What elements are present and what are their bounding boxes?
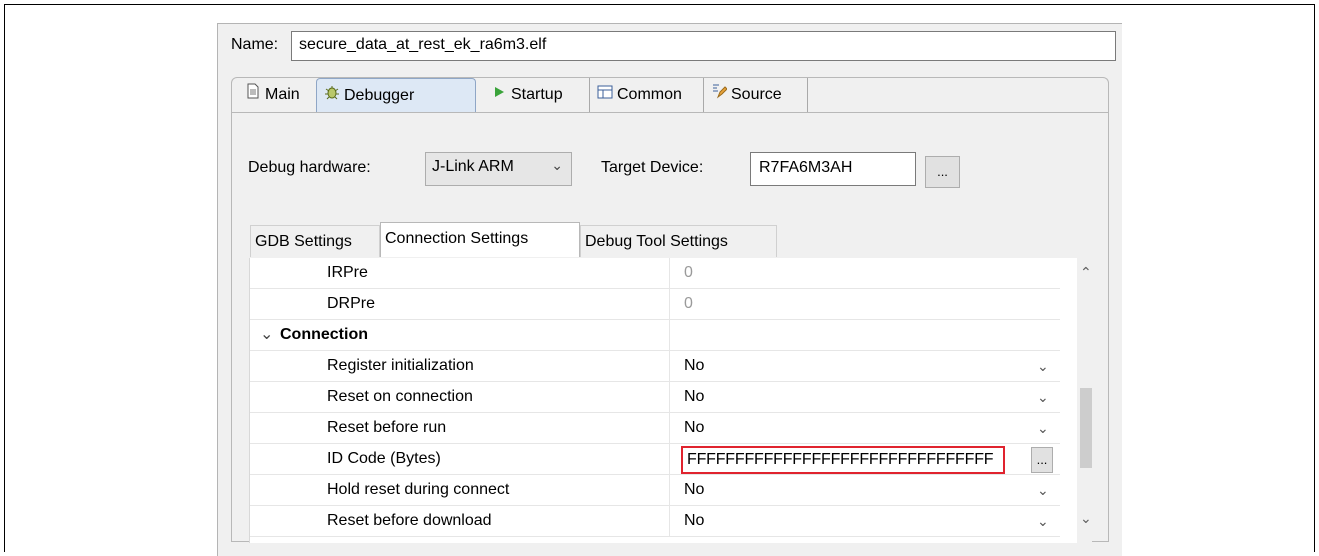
table-row-group[interactable]: ⌄ Connection <box>250 320 1060 351</box>
name-input[interactable]: secure_data_at_rest_ek_ra6m3.elf <box>291 31 1116 61</box>
id-code-input[interactable]: FFFFFFFFFFFFFFFFFFFFFFFFFFFFFFFF <box>681 446 1005 474</box>
chevron-down-icon: ⌄ <box>551 157 563 173</box>
name-label: Name: <box>231 36 279 53</box>
table-row[interactable]: DRPre 0 <box>250 289 1060 320</box>
vertical-scrollbar[interactable]: ⌃ ⌄ <box>1077 258 1092 543</box>
table-row[interactable]: Reset on connection No ⌄ <box>250 382 1060 413</box>
tab-main-label: Main <box>265 86 300 103</box>
settings-table: IRPre 0 DRPre 0 ⌄ Connection Register ini… <box>249 258 1092 543</box>
chevron-down-icon[interactable]: ⌄ <box>1037 506 1049 536</box>
row-value: No <box>684 419 705 436</box>
row-name: IRPre <box>250 258 670 288</box>
row-name: ID Code (Bytes) <box>250 444 670 474</box>
debug-hardware-select[interactable]: J-Link ARM ⌄ <box>425 152 572 186</box>
target-device-input[interactable]: R7FA6M3AH <box>750 152 916 186</box>
row-name: Reset before download <box>250 506 670 536</box>
row-name: Hold reset during connect <box>250 475 670 505</box>
chevron-down-icon[interactable]: ⌄ <box>1037 413 1049 443</box>
chevron-down-icon[interactable]: ⌄ <box>1037 475 1049 505</box>
table-row[interactable]: Reset before run No ⌄ <box>250 413 1060 444</box>
debugger-panel: Debug hardware: J-Link ARM ⌄ Target Devi… <box>231 112 1109 543</box>
chevron-down-icon[interactable]: ⌄ <box>1037 382 1049 412</box>
target-device-browse-button[interactable]: ... <box>925 156 960 188</box>
tab-source[interactable]: Source <box>704 78 808 112</box>
id-code-browse-button[interactable]: ... <box>1031 447 1053 473</box>
group-name: ⌄ Connection <box>250 320 670 350</box>
tab-source-label: Source <box>731 86 782 103</box>
source-icon <box>710 78 728 111</box>
row-value: No <box>684 512 705 529</box>
subtab-gdb-settings[interactable]: GDB Settings <box>250 225 380 257</box>
document-icon <box>244 78 262 111</box>
launch-tabbar: Main Debugger Startup Common Source <box>231 77 1109 114</box>
table-row[interactable]: ID Code (Bytes) FFFFFFFFFFFFFFFFFFFFFFFF… <box>250 444 1060 475</box>
debug-hardware-value: J-Link ARM <box>432 158 514 175</box>
scroll-up-icon[interactable]: ⌃ <box>1080 264 1092 281</box>
tab-common-label: Common <box>617 86 682 103</box>
chevron-down-icon[interactable]: ⌄ <box>1037 351 1049 381</box>
subtab-connection-settings[interactable]: Connection Settings <box>380 222 580 257</box>
tab-startup-label: Startup <box>511 86 563 103</box>
row-value: No <box>684 481 705 498</box>
tab-startup[interactable]: Startup <box>476 78 590 112</box>
row-value: No <box>684 388 705 405</box>
tab-main[interactable]: Main <box>238 78 328 112</box>
chevron-expand-icon: ⌄ <box>260 326 274 343</box>
row-value: 0 <box>684 264 693 281</box>
debug-hardware-label: Debug hardware: <box>248 159 371 176</box>
grid-icon <box>596 78 614 111</box>
scroll-thumb[interactable] <box>1080 388 1092 468</box>
row-value: 0 <box>684 295 693 312</box>
group-label: Connection <box>280 326 368 343</box>
row-name: Reset before run <box>250 413 670 443</box>
scroll-down-icon[interactable]: ⌄ <box>1080 510 1092 527</box>
tab-debugger-label: Debugger <box>344 87 415 104</box>
debug-configuration-dialog: Name: secure_data_at_rest_ek_ra6m3.elf M… <box>217 23 1122 556</box>
tab-common[interactable]: Common <box>590 78 704 112</box>
bug-icon <box>323 79 341 112</box>
table-row[interactable]: Register initialization No ⌄ <box>250 351 1060 382</box>
table-row[interactable]: Reset before download No ⌄ <box>250 506 1060 537</box>
table-row[interactable]: Hold reset during connect No ⌄ <box>250 475 1060 506</box>
row-name: Register initialization <box>250 351 670 381</box>
row-name: DRPre <box>250 289 670 319</box>
target-device-label: Target Device: <box>601 159 704 176</box>
play-icon <box>490 78 508 111</box>
row-name: Reset on connection <box>250 382 670 412</box>
tab-debugger[interactable]: Debugger <box>316 78 476 114</box>
table-row[interactable]: IRPre 0 <box>250 258 1060 289</box>
row-value: No <box>684 357 705 374</box>
subtab-debug-tool-settings[interactable]: Debug Tool Settings <box>580 225 777 257</box>
